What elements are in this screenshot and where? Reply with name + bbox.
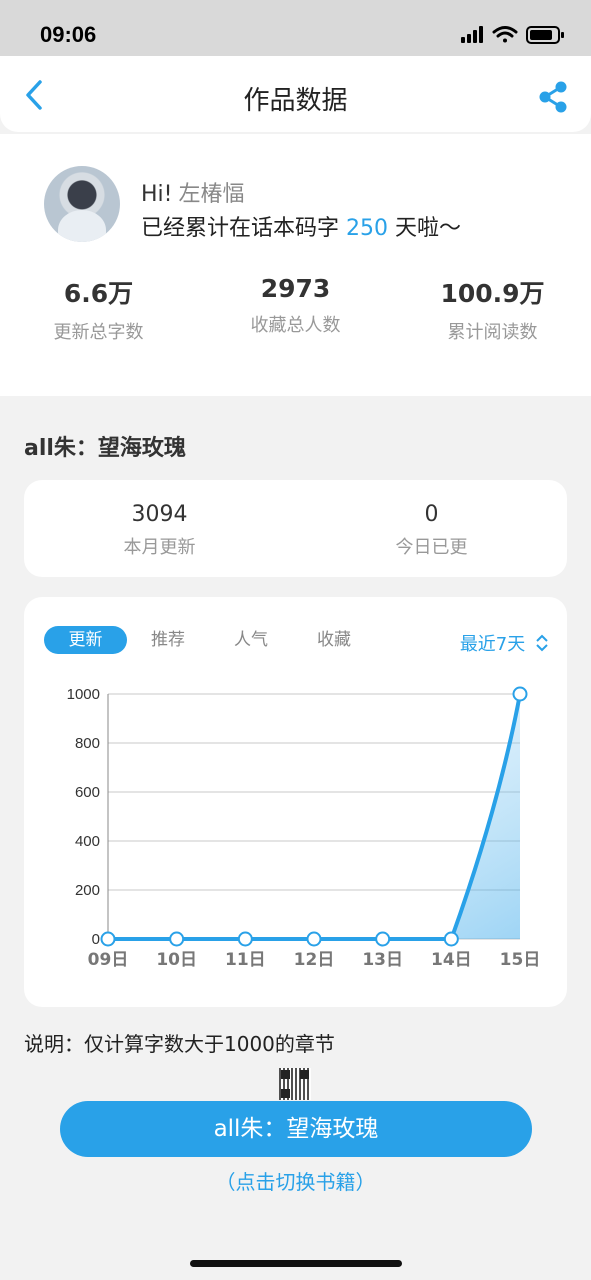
status-bar: 09:06 xyxy=(0,0,591,58)
book-title: all朱：望海玫瑰 xyxy=(24,436,186,461)
today-updates: 0 今日已更 xyxy=(296,502,567,559)
tab-favorites[interactable]: 收藏 xyxy=(302,626,366,654)
data-point xyxy=(169,931,185,947)
tab-popularity[interactable]: 人气 xyxy=(219,626,283,654)
today-updates-label: 今日已更 xyxy=(395,537,468,558)
range-select[interactable]: 最近7天 xyxy=(460,630,549,656)
greeting: Hi! 左椿愊 xyxy=(141,176,245,208)
sort-arrows-icon xyxy=(536,634,548,652)
y-tick-label: 400 xyxy=(75,833,100,850)
home-indicator xyxy=(190,1260,402,1267)
nav-bar: 作品数据 xyxy=(0,56,591,132)
days-prefix: 已经累计在话本码字 xyxy=(141,216,340,241)
tab-updates[interactable]: 更新 xyxy=(44,626,127,654)
share-icon[interactable] xyxy=(537,80,569,114)
data-point xyxy=(100,931,116,947)
days-count: 250 xyxy=(346,216,389,241)
stat-value: 100.9万 xyxy=(440,279,545,308)
x-tick-label: 14日 xyxy=(431,950,472,970)
x-tick-label: 15日 xyxy=(500,950,541,970)
days-suffix: 天啦～ xyxy=(395,216,462,241)
x-tick-label: 12日 xyxy=(294,950,335,970)
data-point xyxy=(443,931,459,947)
stat-total-reads: 100.9万 累计阅读数 xyxy=(394,274,591,344)
stat-label: 累计阅读数 xyxy=(447,322,538,343)
avatar xyxy=(44,166,120,242)
data-point xyxy=(375,931,391,947)
page-title: 作品数据 xyxy=(243,86,348,116)
x-tick-label: 09日 xyxy=(88,950,129,970)
author-name: 左椿愊 xyxy=(178,182,245,207)
stat-label: 更新总字数 xyxy=(53,322,144,343)
battery-icon xyxy=(526,26,564,44)
month-updates: 3094 本月更新 xyxy=(24,502,295,559)
signal-icon xyxy=(461,26,483,43)
series-area xyxy=(108,694,520,939)
profile-section: Hi! 左椿愊 已经累计在话本码字 250 天啦～ 6.6万 更新总字数 2973… xyxy=(0,134,591,396)
writing-days-line: 已经累计在话本码字 250 天啦～ xyxy=(141,210,461,242)
y-tick-label: 800 xyxy=(75,735,100,752)
y-tick-label: 1000 xyxy=(67,686,100,703)
note-text: 说明：仅计算字数大于1000的章节 xyxy=(24,1032,335,1056)
stat-total-favorites: 2973 收藏总人数 xyxy=(197,274,394,337)
y-tick-label: 600 xyxy=(75,784,100,801)
y-tick-label: 200 xyxy=(75,882,100,899)
x-tick-label: 11日 xyxy=(225,950,266,970)
y-tick-label: 0 xyxy=(92,931,100,948)
greeting-hi: Hi! xyxy=(141,182,173,207)
x-tick-label: 10日 xyxy=(156,950,197,970)
month-updates-label: 本月更新 xyxy=(123,537,196,558)
update-summary-card: 3094 本月更新 0 今日已更 xyxy=(24,480,567,577)
x-tick-label: 13日 xyxy=(362,950,403,970)
wifi-icon xyxy=(492,26,518,43)
data-point xyxy=(237,931,253,947)
status-time: 09:06 xyxy=(40,22,97,47)
switch-book-hint[interactable]: （点击切换书籍） xyxy=(0,1166,591,1195)
stat-value: 6.6万 xyxy=(63,279,134,308)
range-label: 最近7天 xyxy=(459,634,526,655)
status-icons xyxy=(461,26,564,44)
chart-card: 更新 推荐 人气 收藏 最近7天 0 200 400 600 800 1000 09日 10日… xyxy=(24,597,567,1007)
data-point xyxy=(306,931,322,947)
update-chart: 0 200 400 600 800 1000 09日 10日 11日 12日 13日 14日 15日 xyxy=(67,686,541,970)
series-line xyxy=(108,693,522,941)
stat-label: 收藏总人数 xyxy=(250,315,341,336)
switch-book-button[interactable]: all朱：望海玫瑰 xyxy=(60,1101,532,1157)
stat-total-words: 6.6万 更新总字数 xyxy=(0,274,197,344)
data-point xyxy=(512,686,528,702)
qr-code xyxy=(279,1068,311,1100)
tab-recommend[interactable]: 推荐 xyxy=(136,626,200,654)
stat-value: 2973 xyxy=(260,274,331,303)
month-updates-value: 3094 xyxy=(131,502,188,527)
today-updates-value: 0 xyxy=(424,502,439,527)
